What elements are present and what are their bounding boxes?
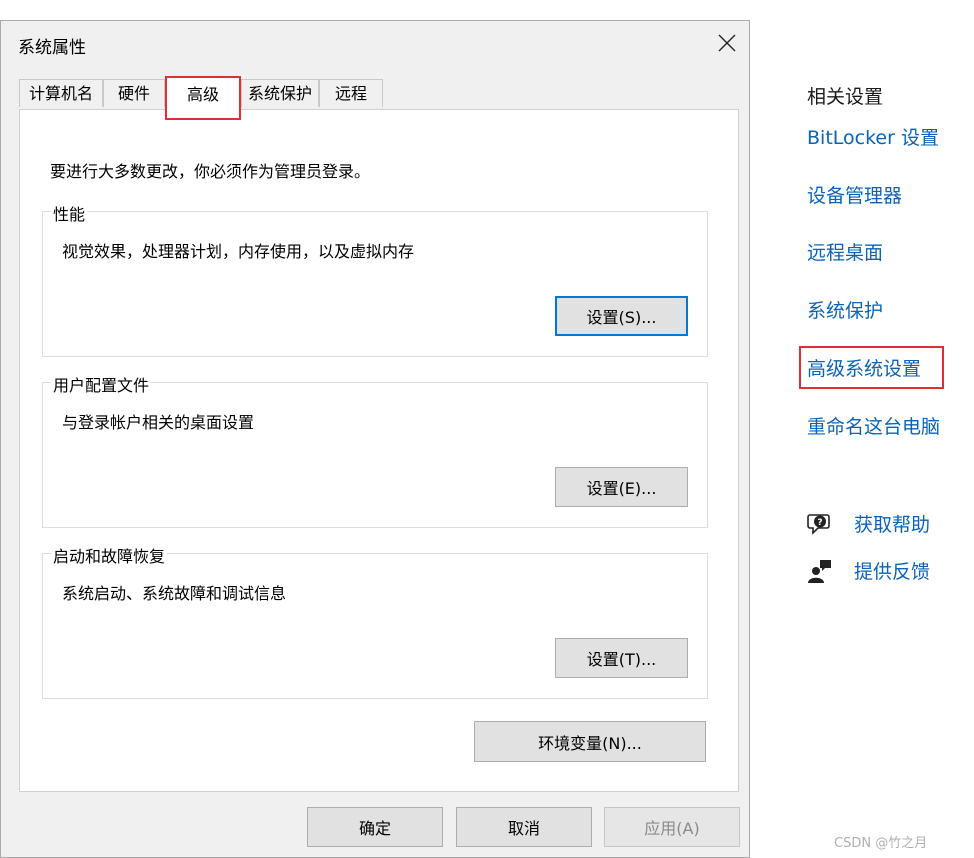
performance-description: 视觉效果，处理器计划，内存使用，以及虚拟内存: [62, 242, 415, 261]
svg-text:?: ?: [817, 518, 822, 528]
ok-button[interactable]: 确定: [307, 807, 443, 847]
close-icon: [718, 34, 736, 52]
bitlocker-settings-link[interactable]: BitLocker 设置: [807, 123, 939, 150]
remote-desktop-link[interactable]: 远程桌面: [807, 238, 883, 265]
cancel-button[interactable]: 取消: [456, 807, 592, 847]
apply-button[interactable]: 应用(A): [604, 807, 740, 847]
user-profiles-group: 用户配置文件 与登录帐户相关的桌面设置 设置(E)...: [42, 372, 708, 528]
system-protection-link[interactable]: 系统保护: [807, 296, 883, 323]
startup-recovery-group: 启动和故障恢复 系统启动、系统故障和调试信息 设置(T)...: [42, 543, 708, 699]
startup-recovery-settings-button[interactable]: 设置(T)...: [555, 638, 688, 678]
related-settings-header: 相关设置: [807, 86, 884, 108]
user-profiles-description: 与登录帐户相关的桌面设置: [62, 413, 255, 432]
admin-notice: 要进行大多数更改，你必须作为管理员登录。: [50, 162, 371, 181]
advanced-tab-panel: 要进行大多数更改，你必须作为管理员登录。 性能 视觉效果，处理器计划，内存使用，…: [19, 109, 739, 792]
get-help-label: 获取帮助: [854, 514, 931, 536]
performance-settings-button[interactable]: 设置(S)...: [555, 296, 688, 336]
performance-group: 性能 视觉效果，处理器计划，内存使用，以及虚拟内存 设置(S)...: [42, 201, 708, 357]
performance-group-title: 性能: [51, 201, 88, 225]
get-help-row[interactable]: ? 获取帮助: [807, 510, 930, 537]
tab-computer-name[interactable]: 计算机名: [19, 79, 103, 107]
dialog-title: 系统属性: [18, 38, 86, 58]
system-properties-dialog: 系统属性 计算机名 硬件 高级 系统保护 远程 要进行大多数更改，你必须作为管理…: [0, 20, 750, 858]
device-manager-link[interactable]: 设备管理器: [807, 181, 902, 208]
tab-hardware[interactable]: 硬件: [103, 79, 165, 107]
help-chat-icon: ?: [807, 513, 830, 535]
close-button[interactable]: [711, 29, 743, 57]
advanced-system-settings-link[interactable]: 高级系统设置: [807, 354, 921, 381]
tab-system-protection[interactable]: 系统保护: [241, 79, 319, 107]
startup-recovery-description: 系统启动、系统故障和调试信息: [62, 584, 287, 603]
rename-pc-link[interactable]: 重命名这台电脑: [807, 412, 940, 439]
feedback-label: 提供反馈: [854, 561, 931, 583]
watermark: CSDN @竹之月: [834, 836, 928, 851]
feedback-row[interactable]: 提供反馈: [807, 557, 930, 584]
environment-variables-button[interactable]: 环境变量(N)...: [474, 721, 706, 762]
user-profiles-group-title: 用户配置文件: [51, 372, 152, 396]
tab-advanced[interactable]: 高级: [165, 77, 241, 111]
tab-remote[interactable]: 远程: [319, 79, 383, 107]
feedback-icon: [808, 559, 831, 583]
startup-recovery-group-title: 启动和故障恢复: [51, 543, 168, 567]
user-profiles-settings-button[interactable]: 设置(E)...: [555, 467, 688, 507]
